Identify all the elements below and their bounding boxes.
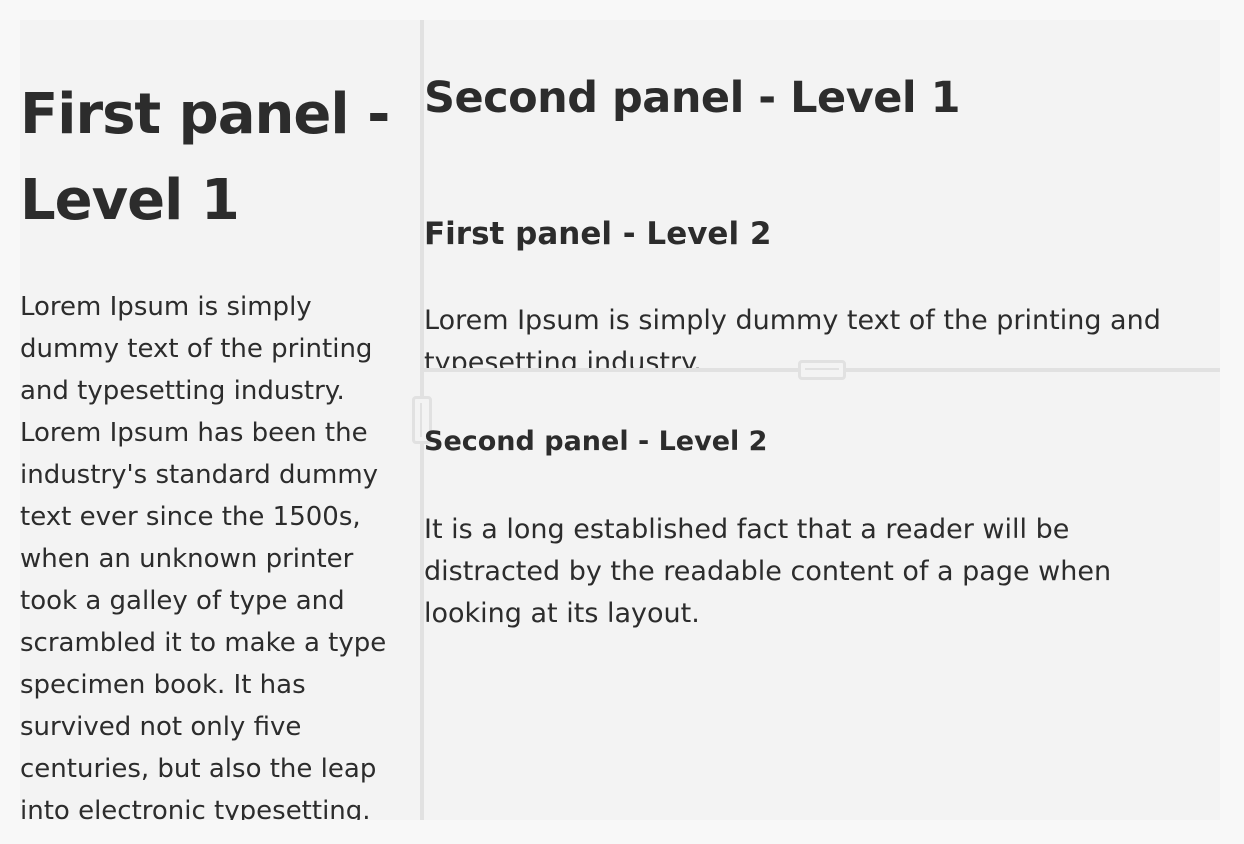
second-panel-heading: Second panel - Level 1 [424, 73, 961, 123]
level2-second-body: It is a long established fact that a rea… [424, 514, 1112, 629]
first-panel-body: Lorem Ipsum is simply dummy text of the … [20, 292, 387, 820]
second-panel-bottom-pane: Second panel - Level 2 It is a long esta… [424, 372, 1220, 820]
first-panel-heading: First panel - Level 1 [20, 82, 390, 233]
second-panel: Second panel - Level 1 First panel - Lev… [424, 20, 1220, 820]
level2-first-heading: First panel - Level 2 [424, 216, 772, 252]
split-view: First panel - Level 1 Lorem Ipsum is sim… [20, 20, 1220, 820]
first-panel: First panel - Level 1 Lorem Ipsum is sim… [20, 20, 420, 820]
second-panel-top-pane: Second panel - Level 1 First panel - Lev… [424, 20, 1220, 368]
level2-first-body: Lorem Ipsum is simply dummy text of the … [424, 305, 1161, 368]
level2-second-heading: Second panel - Level 2 [424, 426, 768, 457]
